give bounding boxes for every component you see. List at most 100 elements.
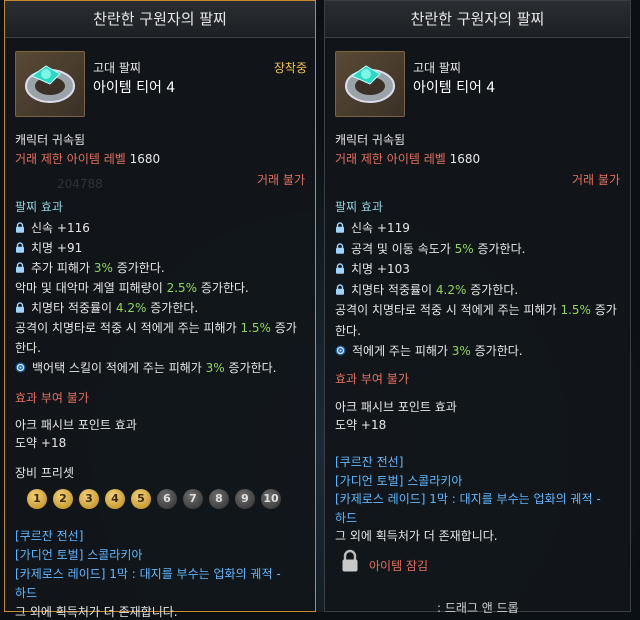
source-line: [카제로스 레이드] 1막 : 대지를 부수는 업화의 궤적 - [335, 492, 601, 506]
trade-level-value: 1680 [129, 152, 161, 166]
effect-text: 신속 +119 [351, 221, 410, 235]
effect-text: 치명타 적중률이 [351, 282, 436, 297]
item-grade: 고대 팔찌 [413, 61, 461, 75]
bracelet-icon [335, 51, 405, 117]
item-locked-text: 아이템 잠김 [369, 559, 429, 573]
ark-value: 도약 +18 [335, 418, 387, 432]
effect-line: 공격이 치명타로 적중 시 적에게 주는 피해가 1.5% 증가 [335, 301, 617, 318]
item-tier: 아이템 티어 4 [93, 80, 176, 96]
effects-heading: 팔찌 효과 [335, 200, 383, 214]
lock-icon [335, 262, 351, 276]
effect-value: 2.5% [166, 281, 198, 295]
lock-icon [15, 241, 31, 255]
item-title: 찬란한 구원자의 팔찌 [325, 1, 630, 38]
preset-button-9[interactable]: 9 [235, 489, 255, 509]
effect-line: 치명타 적중률이 4.2% 증가한다. [15, 299, 198, 316]
trade-level-label: 거래 제한 아이템 레벨 [335, 152, 446, 166]
preset-button-8[interactable]: 8 [209, 489, 229, 509]
effect-value: 4.2% [115, 301, 147, 315]
effect-value: 3% [93, 261, 113, 275]
effect-line: 치명 +103 [335, 260, 410, 277]
effect-text: 증가한다. [112, 261, 165, 275]
preset-button-10[interactable]: 10 [261, 489, 281, 509]
effect-text: 공격이 치명타로 적중 시 적에게 주는 피해가 [15, 321, 241, 335]
background-number: 204788 [57, 177, 103, 191]
preset-button-2[interactable]: 2 [53, 489, 73, 509]
no-grant-text: 효과 부여 불가 [335, 372, 409, 386]
effect-text: 증가한다. [470, 344, 523, 358]
ark-value: 도약 +18 [15, 436, 67, 450]
effect-text: 증가한다. [473, 241, 526, 256]
effect-value: 4.2% [435, 282, 467, 297]
item-tier: 아이템 티어 4 [413, 80, 496, 96]
source-line: 하드 [15, 586, 38, 600]
source-line: [쿠르잔 전선] [335, 455, 404, 469]
effect-value: 5% [454, 241, 474, 256]
trade-level-label: 거래 제한 아이템 레벨 [15, 152, 126, 166]
preset-button-7[interactable]: 7 [183, 489, 203, 509]
effect-line: 신속 +119 [335, 219, 410, 236]
trade-status: 거래 불가 [572, 173, 620, 187]
source-line: [카제로스 레이드] 1막 : 대지를 부수는 업화의 궤적 - [15, 567, 281, 581]
effect-line: 악마 및 대악마 계열 피해량이 2.5% 증가한다. [15, 279, 249, 296]
effect-text: 공격 및 이동 속도가 [351, 241, 455, 256]
effect-line: 적에게 주는 피해가 3% 증가한다. [335, 342, 523, 359]
effect-text: 적에게 주는 피해가 [352, 344, 452, 358]
source-line: 하드 [335, 510, 358, 525]
effects-heading: 팔찌 효과 [15, 200, 63, 214]
preset-buttons: 1 2 3 4 5 6 7 8 9 10 [27, 489, 281, 509]
effect-text: 증가한다. [224, 361, 277, 375]
effect-value: 1.5% [240, 321, 271, 335]
bound-text: 캐릭터 귀속됨 [335, 133, 406, 147]
tooltip-panel-compare: 찬란한 구원자의 팔찌 고대 팔찌 아이템 티어 4 캐릭터 귀속됨 거래 제한… [324, 0, 631, 615]
bound-text: 캐릭터 귀속됨 [15, 133, 86, 147]
preset-button-4[interactable]: 4 [105, 489, 125, 509]
tooltip-panel-equipped: 찬란한 구원자의 팔찌 고대 팔찌 아이템 티어 4 장착중 캐릭터 귀속됨 거… [4, 0, 316, 619]
effect-text: 악마 및 대악마 계열 피해량이 [15, 281, 167, 295]
preset-button-6[interactable]: 6 [157, 489, 177, 509]
effect-text: 증가한다. [466, 282, 519, 297]
effect-text: 치명타 적중률이 [31, 301, 116, 315]
lock-icon [335, 221, 351, 235]
effect-text: 한다. [15, 341, 41, 355]
trade-level: 거래 제한 아이템 레벨 1680 [335, 150, 480, 167]
effect-line: 백어택 스킬이 적에게 주는 피해가 3% 증가한다. [15, 359, 276, 376]
item-header: 고대 팔찌 아이템 티어 4 [333, 47, 622, 121]
effect-text: 추가 피해가 [31, 261, 94, 275]
effect-line: 신속 +116 [15, 219, 90, 236]
preset-button-5[interactable]: 5 [131, 489, 151, 509]
effect-text: 증가한다. [146, 301, 199, 315]
source-line: [가디언 토벌] 스콜라키아 [15, 548, 143, 562]
effect-text: 증가 [270, 321, 297, 335]
effect-text: 증가 [590, 303, 617, 317]
effect-value: 3% [451, 344, 471, 358]
ark-heading: 아크 패시브 포인트 효과 [335, 400, 457, 414]
lock-icon [335, 283, 351, 297]
bracelet-icon [15, 51, 85, 117]
effect-text: 공격이 치명타로 적중 시 적에게 주는 피해가 [335, 303, 561, 317]
effect-text: 백어택 스킬이 적에게 주는 피해가 [32, 361, 206, 375]
item-header: 고대 팔찌 아이템 티어 4 장착중 [13, 47, 307, 121]
padlock-icon [341, 549, 359, 576]
effect-text: 치명 +91 [31, 241, 83, 255]
equipped-badge: 장착중 [273, 61, 307, 75]
lock-icon [15, 301, 31, 315]
preset-heading: 장비 프리셋 [15, 466, 75, 480]
trade-status: 거래 불가 [257, 173, 305, 187]
swirl-icon [335, 344, 352, 358]
trade-level: 거래 제한 아이템 레벨 1680 [15, 150, 160, 167]
effect-text: 신속 +116 [31, 221, 90, 235]
effect-text: 증가한다. [197, 281, 249, 295]
lock-icon [15, 261, 31, 275]
effect-value: 3% [205, 361, 225, 375]
source-line: 그 외에 획득처가 더 존재합니다. [335, 529, 498, 543]
preset-button-1[interactable]: 1 [27, 489, 47, 509]
preset-button-3[interactable]: 3 [79, 489, 99, 509]
lock-icon [335, 242, 351, 256]
effect-text: 치명 +103 [351, 262, 410, 276]
item-title: 찬란한 구원자의 팔찌 [5, 1, 315, 38]
item-grade: 고대 팔찌 [93, 61, 141, 75]
effect-line: 공격 및 이동 속도가 5% 증가한다. [335, 240, 525, 257]
effect-line: 치명 +91 [15, 239, 82, 256]
effect-line: 한다. [15, 339, 41, 356]
